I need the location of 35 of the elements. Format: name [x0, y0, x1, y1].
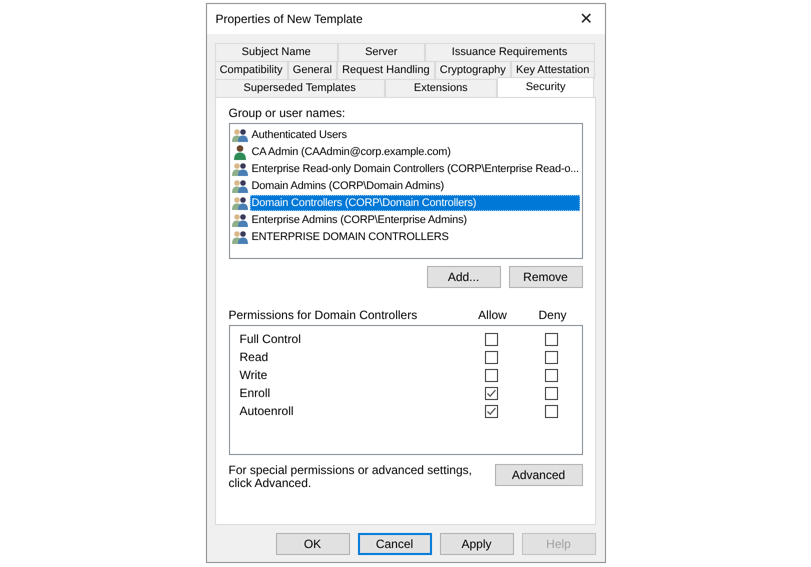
- column-header: Deny: [537, 308, 568, 322]
- list-item[interactable]: Domain Admins (CORP\Domain Admins): [250, 178, 446, 194]
- tab[interactable]: Request Handling: [337, 61, 435, 79]
- permission-name: Read: [240, 350, 270, 364]
- permission-name: Enroll: [240, 386, 272, 400]
- tab[interactable]: Issuance Requirements: [424, 43, 594, 61]
- list-item[interactable]: CA Admin (CAAdmin@corp.example.com): [250, 144, 453, 160]
- permissions-label: Permissions for Domain Controllers: [228, 308, 418, 322]
- dialog-button[interactable]: OK: [276, 533, 350, 555]
- dialog-button[interactable]: Cancel: [358, 533, 432, 555]
- tab[interactable]: Subject Name: [214, 43, 338, 61]
- advanced-button[interactable]: Advanced: [494, 464, 582, 486]
- tab[interactable]: Cryptography: [434, 61, 511, 79]
- tab[interactable]: Superseded Templates: [214, 79, 385, 97]
- list-item[interactable]: Enterprise Read-only Domain Controllers (CORP\Enterprise Read-o...: [250, 160, 581, 176]
- list-item[interactable]: Domain Controllers (CORP\Domain Controllers): [250, 194, 580, 210]
- close-button[interactable]: ✕: [576, 9, 596, 29]
- remove-button[interactable]: Remove: [508, 266, 582, 288]
- tab[interactable]: Security: [496, 77, 594, 97]
- column-header: Allow: [477, 308, 508, 322]
- tab[interactable]: General: [288, 61, 338, 79]
- list-item[interactable]: ENTERPRISE DOMAIN CONTROLLERS: [250, 228, 451, 244]
- tab[interactable]: Server: [338, 43, 425, 61]
- list-label: Group or user names:: [228, 106, 346, 120]
- window-title: Properties of New Template: [216, 12, 363, 26]
- advanced-hint: For special permissions or advanced settings, click Advanced.: [228, 464, 473, 490]
- tab[interactable]: Extensions: [384, 79, 497, 97]
- dialog-button[interactable]: Apply: [440, 533, 514, 555]
- list-item[interactable]: Enterprise Admins (CORP\Enterprise Admins): [250, 212, 469, 228]
- tab[interactable]: Compatibility: [214, 61, 288, 79]
- list-item[interactable]: Authenticated Users: [250, 126, 349, 142]
- permission-name: Write: [240, 368, 268, 382]
- permission-name: Autoenroll: [240, 404, 295, 418]
- permission-name: Full Control: [240, 332, 302, 346]
- add-button[interactable]: Add...: [426, 266, 500, 288]
